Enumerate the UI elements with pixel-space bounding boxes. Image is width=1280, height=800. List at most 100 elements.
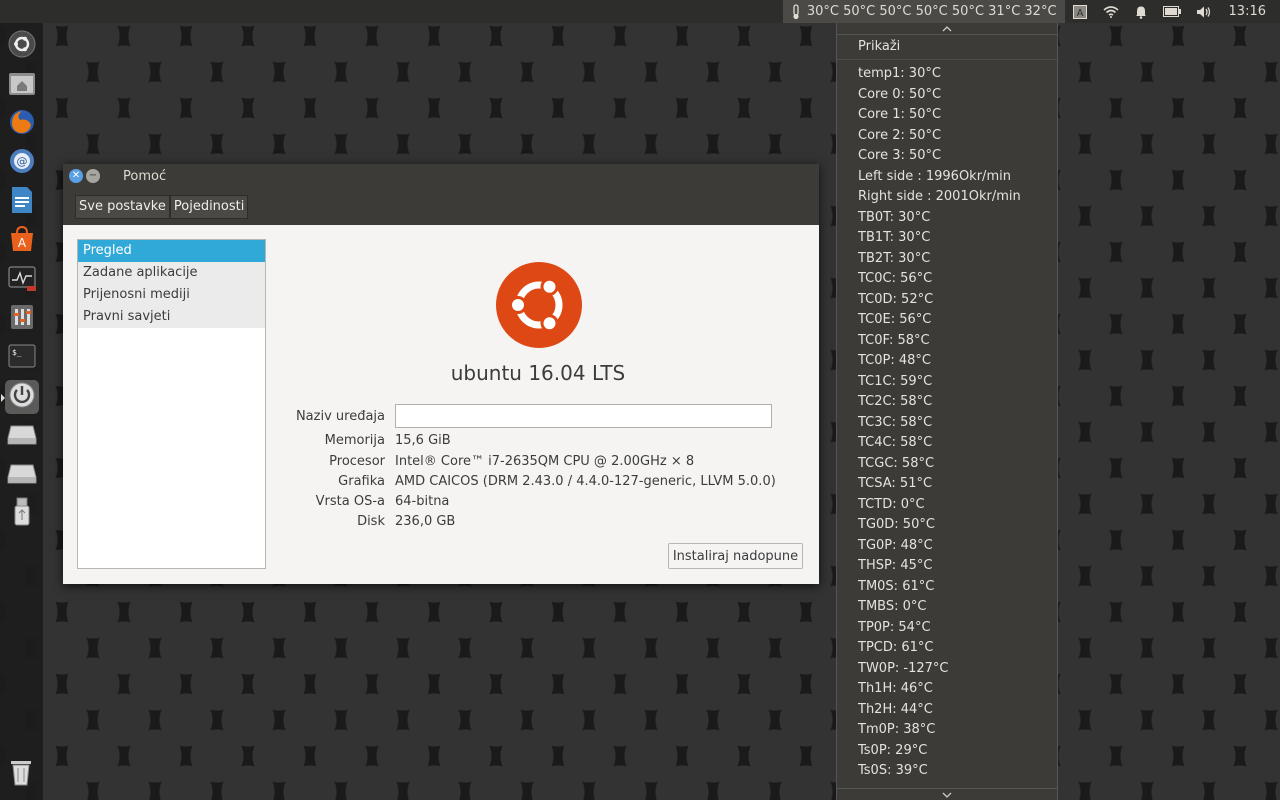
firefox-icon — [8, 108, 36, 140]
sensor-item[interactable]: Core 3: 50°C — [837, 146, 1057, 167]
sidebar-item-overview[interactable]: Pregled — [78, 240, 265, 262]
sensor-item[interactable]: TMBS: 0°C — [837, 597, 1057, 618]
software-center-icon: A — [8, 225, 36, 257]
sensor-item[interactable]: Left side : 1996Okr/min — [837, 167, 1057, 188]
chevron-down-icon — [942, 787, 952, 800]
launcher: @ A $_ — [0, 23, 43, 800]
sidebar-item-default-apps[interactable]: Zadane aplikacije — [78, 262, 265, 284]
drive-launcher-2[interactable] — [5, 458, 39, 492]
sensor-item[interactable]: Th1H: 46°C — [837, 679, 1057, 700]
sensor-item[interactable]: TC0P: 48°C — [837, 351, 1057, 372]
graphics-row: Grafika AMD CAICOS (DRM 2.43.0 / 4.4.0-1… — [273, 471, 813, 491]
sensor-item[interactable]: TG0D: 50°C — [837, 515, 1057, 536]
device-name-label: Naziv uređaja — [295, 408, 385, 424]
menu-separator — [837, 59, 1057, 60]
files-launcher[interactable] — [5, 68, 39, 102]
processor-label: Procesor — [329, 453, 385, 469]
software-center-launcher[interactable]: A — [5, 224, 39, 258]
sensor-item[interactable]: Core 1: 50°C — [837, 105, 1057, 126]
memory-row: Memorija 15,6 GiB — [273, 430, 813, 450]
sensor-item[interactable]: Right side : 2001Okr/min — [837, 187, 1057, 208]
install-updates-button[interactable]: Instaliraj nadopune — [668, 543, 803, 569]
trash-launcher[interactable] — [4, 757, 38, 791]
sensor-item[interactable]: TB1T: 30°C — [837, 228, 1057, 249]
writer-launcher[interactable] — [5, 185, 39, 219]
sensor-item[interactable]: TP0P: 54°C — [837, 618, 1057, 639]
drive-launcher-1[interactable] — [5, 419, 39, 453]
sensor-item[interactable]: TC0F: 58°C — [837, 331, 1057, 352]
window-titlebar[interactable]: ✕ − Pomoć — [63, 164, 819, 188]
sensor-item[interactable]: TC0E: 56°C — [837, 310, 1057, 331]
battery-indicator[interactable] — [1155, 0, 1189, 23]
network-indicator[interactable] — [1095, 0, 1127, 23]
sensor-item[interactable]: Core 0: 50°C — [837, 85, 1057, 106]
sensor-item[interactable]: TB2T: 30°C — [837, 249, 1057, 270]
memory-label: Memorija — [324, 432, 385, 448]
temperature-readout: 30°C 50°C 50°C 50°C 50°C 31°C 32°C — [806, 4, 1057, 19]
minimize-button[interactable]: − — [86, 169, 100, 183]
keyboard-indicator[interactable]: A — [1065, 0, 1095, 23]
menu-item-show[interactable]: Prikaži — [837, 35, 1057, 59]
sensor-item[interactable]: THSP: 45°C — [837, 556, 1057, 577]
sidebar-item-removable-media[interactable]: Prijenosni mediji — [78, 284, 265, 306]
device-name-input[interactable] — [395, 404, 772, 428]
drive-icon — [7, 422, 37, 450]
top-panel: 30°C 50°C 50°C 50°C 50°C 31°C 32°C A 13:… — [0, 0, 1280, 23]
keyboard-layout-icon: A — [1072, 4, 1087, 19]
sensor-item[interactable]: TC4C: 58°C — [837, 433, 1057, 454]
sensor-item[interactable]: Ts0P: 29°C — [837, 741, 1057, 762]
sensor-item[interactable]: Ts0S: 39°C — [837, 761, 1057, 782]
sensor-item[interactable]: TB0T: 30°C — [837, 208, 1057, 229]
clock[interactable]: 13:16 — [1221, 0, 1280, 23]
power-settings-icon — [8, 381, 36, 413]
ubuntu-dash-button[interactable] — [5, 29, 39, 63]
svg-text:$_: $_ — [12, 348, 22, 357]
processor-value: Intel® Core™ i7-2635QM CPU @ 2.00GHz × 8 — [395, 453, 695, 469]
sensor-list: temp1: 30°C Core 0: 50°C Core 1: 50°C Co… — [837, 64, 1057, 782]
sensor-item[interactable]: TG0P: 48°C — [837, 536, 1057, 557]
menu-scroll-down[interactable] — [837, 788, 1057, 800]
sound-indicator[interactable] — [1189, 0, 1221, 23]
sensor-item[interactable]: TCGC: 58°C — [837, 454, 1057, 475]
thunderbird-icon: @ — [8, 147, 36, 179]
close-button[interactable]: ✕ — [69, 169, 83, 183]
close-icon: ✕ — [71, 170, 81, 181]
all-settings-button[interactable]: Sve postavke — [75, 194, 170, 219]
sensor-item[interactable]: TPCD: 61°C — [837, 638, 1057, 659]
files-icon — [7, 69, 37, 101]
graphics-label: Grafika — [338, 473, 385, 489]
usb-drive-launcher[interactable] — [5, 497, 39, 531]
sensor-item[interactable]: TCSA: 51°C — [837, 474, 1057, 495]
disk-value: 236,0 GB — [395, 513, 456, 529]
sensor-item[interactable]: TC0D: 52°C — [837, 290, 1057, 311]
sensor-item[interactable]: Tm0P: 38°C — [837, 720, 1057, 741]
sensor-item[interactable]: TC3C: 58°C — [837, 413, 1057, 434]
os-type-row: Vrsta OS-a 64-bitna — [273, 491, 813, 511]
terminal-launcher[interactable]: $_ — [5, 341, 39, 375]
firefox-launcher[interactable] — [5, 107, 39, 141]
os-type-value: 64-bitna — [395, 493, 450, 509]
sensor-item[interactable]: TC2C: 58°C — [837, 392, 1057, 413]
details-window: ✕ − Pomoć Sve postavke Pojedinosti Pregl… — [63, 164, 819, 584]
sensor-item[interactable]: Th2H: 44°C — [837, 700, 1057, 721]
temperature-indicator[interactable]: 30°C 50°C 50°C 50°C 50°C 31°C 32°C — [782, 0, 1065, 23]
sensor-item[interactable]: TC0C: 56°C — [837, 269, 1057, 290]
sensor-item[interactable]: temp1: 30°C — [837, 64, 1057, 85]
window-content: Pregled Zadane aplikacije Prijenosni med… — [63, 225, 819, 584]
power-settings-launcher[interactable] — [0, 380, 39, 414]
thunderbird-launcher[interactable]: @ — [5, 146, 39, 180]
sidebar-item-legal-notice[interactable]: Pravni savjeti — [78, 306, 265, 328]
notification-indicator[interactable] — [1127, 0, 1155, 23]
clock-time: 13:16 — [1228, 4, 1266, 19]
system-settings-launcher[interactable] — [5, 302, 39, 336]
details-breadcrumb-button[interactable]: Pojedinosti — [169, 194, 249, 219]
menu-scroll-up[interactable] — [837, 23, 1057, 35]
libreoffice-writer-icon — [9, 186, 35, 218]
sensor-item[interactable]: TC1C: 59°C — [837, 372, 1057, 393]
running-indicator — [0, 394, 5, 402]
sensor-item[interactable]: Core 2: 50°C — [837, 126, 1057, 147]
sensor-item[interactable]: TCTD: 0°C — [837, 495, 1057, 516]
sensor-item[interactable]: TM0S: 61°C — [837, 577, 1057, 598]
system-monitor-launcher[interactable] — [5, 263, 39, 297]
sensor-item[interactable]: TW0P: -127°C — [837, 659, 1057, 680]
